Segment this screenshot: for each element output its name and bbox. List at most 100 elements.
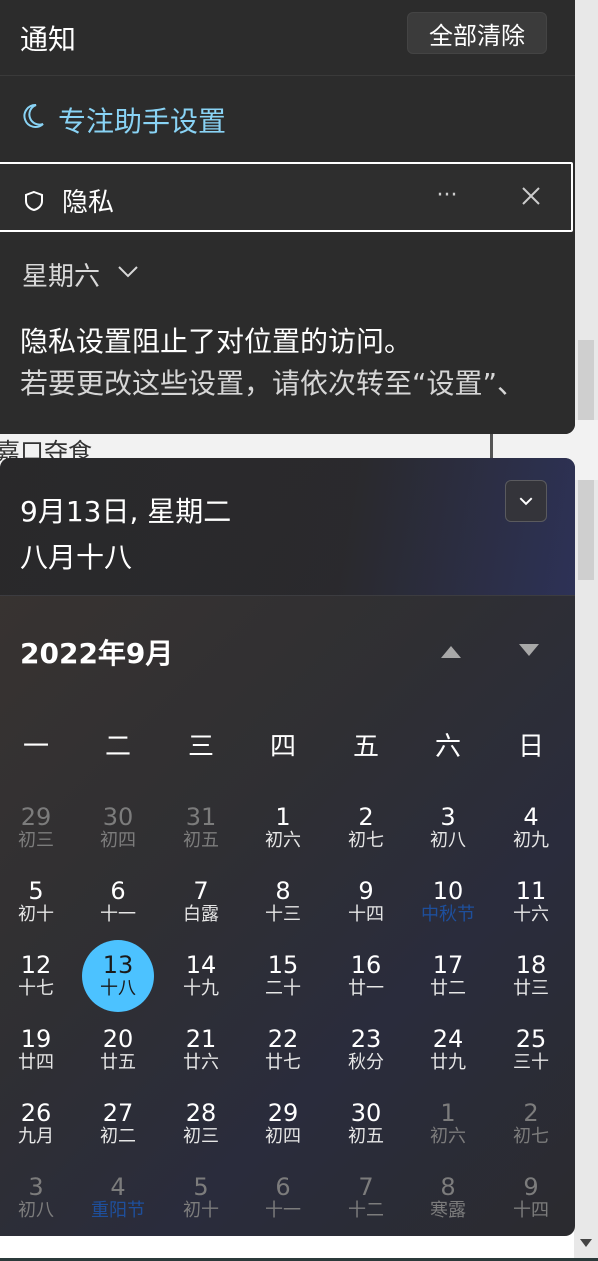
- calendar-header: 9月13日, 星期二 八月十八: [0, 458, 575, 596]
- moon-icon: [23, 103, 44, 128]
- day-number: 24: [432, 1025, 464, 1053]
- calendar-day[interactable]: 27 初二: [82, 1088, 154, 1160]
- triangle-up-icon[interactable]: [434, 636, 468, 666]
- calendar-day[interactable]: 30 初五: [330, 1088, 402, 1160]
- notification-title: 通知: [20, 23, 77, 56]
- shield-icon: [25, 190, 43, 212]
- day-lunar-label: 十四: [513, 1200, 549, 1221]
- calendar-day[interactable]: 12 十七: [0, 940, 72, 1012]
- day-number: 26: [20, 1099, 52, 1127]
- calendar-day[interactable]: 1 初六: [412, 1088, 484, 1160]
- notification-card-header: 隐私 ···: [0, 162, 573, 232]
- calendar-day[interactable]: 9 十四: [495, 1162, 567, 1234]
- calendar-day[interactable]: 24 廿九: [412, 1014, 484, 1086]
- day-number: 6: [275, 1173, 291, 1201]
- calendar-day[interactable]: 26 九月: [0, 1088, 72, 1160]
- day-number: 7: [193, 877, 209, 905]
- calendar-day[interactable]: 17 廿二: [412, 940, 484, 1012]
- background-scrollbar[interactable]: [574, 0, 598, 1261]
- day-number: 29: [267, 1099, 299, 1127]
- day-number: 11: [515, 877, 547, 905]
- calendar-day[interactable]: 6 十一: [247, 1162, 319, 1234]
- day-number: 5: [28, 877, 44, 905]
- day-number: 8: [440, 1173, 456, 1201]
- calendar-day[interactable]: 23 秋分: [330, 1014, 402, 1086]
- calendar-day[interactable]: 7 十二: [330, 1162, 402, 1234]
- day-number: 22: [267, 1025, 299, 1053]
- day-lunar-label: 二十: [265, 978, 301, 999]
- calendar-day[interactable]: 4 重阳节: [82, 1162, 154, 1234]
- day-lunar-label: 十一: [100, 904, 136, 925]
- weekday-label: 四: [269, 732, 296, 762]
- calendar-day[interactable]: 22 廿七: [247, 1014, 319, 1086]
- calendar-day[interactable]: 29 初三: [0, 792, 72, 864]
- day-lunar-label: 九月: [18, 1126, 54, 1147]
- clear-all-button[interactable]: 全部清除: [407, 12, 547, 54]
- day-number: 25: [515, 1025, 547, 1053]
- more-options-button[interactable]: ···: [430, 176, 464, 216]
- calendar-day[interactable]: 4 初九: [495, 792, 567, 864]
- calendar-day[interactable]: 25 三十: [495, 1014, 567, 1086]
- day-number: 31: [185, 803, 217, 831]
- calendar-day[interactable]: 9 十四: [330, 866, 402, 938]
- day-number: 8: [275, 877, 291, 905]
- calendar-day[interactable]: 19 廿四: [0, 1014, 72, 1086]
- close-icon[interactable]: [514, 176, 548, 216]
- collapse-calendar-button[interactable]: [505, 480, 547, 522]
- day-lunar-label: 寒露: [430, 1200, 466, 1221]
- day-number: 6: [110, 877, 126, 905]
- calendar-day[interactable]: 7 白露: [165, 866, 237, 938]
- day-lunar-label: 廿一: [348, 978, 384, 999]
- calendar-day[interactable]: 11 十六: [495, 866, 567, 938]
- weekday-label: 日: [517, 732, 544, 762]
- calendar-day[interactable]: 3 初八: [412, 792, 484, 864]
- calendar-day[interactable]: 2 初七: [495, 1088, 567, 1160]
- day-number: 14: [185, 951, 217, 979]
- calendar-day[interactable]: 18 廿三: [495, 940, 567, 1012]
- day-number: 3: [28, 1173, 44, 1201]
- calendar-day[interactable]: 30 初四: [82, 792, 154, 864]
- chevron-down-icon[interactable]: [116, 262, 140, 280]
- calendar-day[interactable]: 5 初十: [0, 866, 72, 938]
- focus-assist-settings-link[interactable]: 专注助手设置: [58, 100, 226, 140]
- day-lunar-label: 重阳节: [91, 1200, 145, 1221]
- day-number: 28: [185, 1099, 217, 1127]
- day-number: 9: [358, 877, 374, 905]
- day-lunar-label: 初七: [513, 1126, 549, 1147]
- day-number: 2: [358, 803, 374, 831]
- calendar-day[interactable]: 16 廿一: [330, 940, 402, 1012]
- day-number: 27: [102, 1099, 134, 1127]
- calendar-day[interactable]: 10 中秋节: [412, 866, 484, 938]
- day-number: 19: [20, 1025, 52, 1053]
- calendar-day[interactable]: 8 寒露: [412, 1162, 484, 1234]
- calendar-day[interactable]: 28 初三: [165, 1088, 237, 1160]
- month-title[interactable]: 2022年9月: [20, 632, 173, 672]
- calendar-day[interactable]: 8 十三: [247, 866, 319, 938]
- calendar-day-today[interactable]: 13 十八: [82, 940, 154, 1012]
- day-lunar-label: 初八: [18, 1200, 54, 1221]
- calendar-day[interactable]: 15 二十: [247, 940, 319, 1012]
- scroll-down-arrow-icon[interactable]: [580, 1239, 592, 1247]
- day-number: 2: [523, 1099, 539, 1127]
- calendar-day[interactable]: 31 初五: [165, 792, 237, 864]
- calendar-day[interactable]: 2 初七: [330, 792, 402, 864]
- notification-center: 通知 全部清除 专注助手设置 隐私 ··· 星期六 隐私设置阻止了对位置的访问。…: [0, 0, 575, 434]
- notification-card[interactable]: 隐私 ··· 星期六 隐私设置阻止了对位置的访问。 若要更改这些设置，请依次转至…: [0, 160, 575, 434]
- day-number: 4: [523, 803, 539, 831]
- calendar-day[interactable]: 29 初四: [247, 1088, 319, 1160]
- calendar-flyout: 9月13日, 星期二 八月十八 2022年9月 一 二 三 四 五 六 日 29…: [0, 458, 575, 1236]
- notification-app-name: 隐私: [62, 188, 115, 218]
- calendar-day[interactable]: 1 初六: [247, 792, 319, 864]
- day-number: 23: [350, 1025, 382, 1053]
- calendar-day[interactable]: 5 初十: [165, 1162, 237, 1234]
- day-lunar-label: 廿五: [100, 1052, 136, 1073]
- triangle-down-icon[interactable]: [512, 636, 546, 666]
- day-number: 7: [358, 1173, 374, 1201]
- calendar-day[interactable]: 20 廿五: [82, 1014, 154, 1086]
- calendar-day[interactable]: 14 十九: [165, 940, 237, 1012]
- calendar-day[interactable]: 21 廿六: [165, 1014, 237, 1086]
- day-lunar-label: 初六: [430, 1126, 466, 1147]
- calendar-day[interactable]: 6 十一: [82, 866, 154, 938]
- day-lunar-label: 三十: [513, 1052, 549, 1073]
- calendar-day[interactable]: 3 初八: [0, 1162, 72, 1234]
